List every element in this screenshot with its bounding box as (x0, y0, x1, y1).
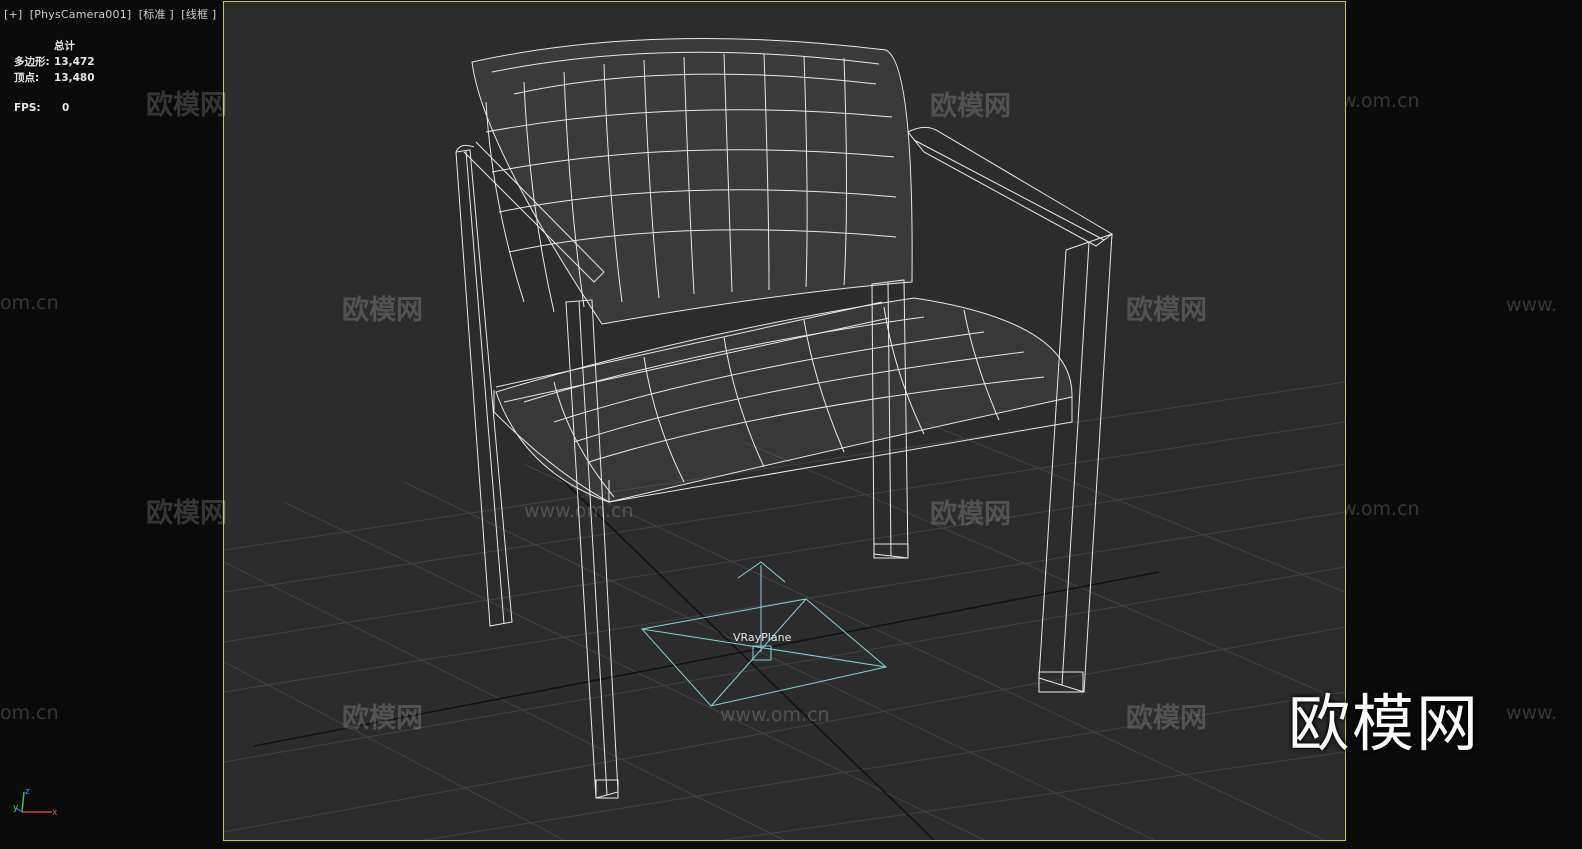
axis-z-label: z (25, 787, 30, 797)
viewport-label[interactable]: [+] [PhysCamera001] [标准 ] [线框 ] (4, 6, 216, 22)
watermark-cn-7: 欧模网 (342, 703, 423, 734)
watermark-cn-4: 欧模网 (1126, 295, 1207, 326)
watermark-url-left-1: om.cn (0, 292, 59, 314)
watermark-url-right-2: www. (1506, 294, 1557, 316)
chair-wireframe (455, 37, 1113, 799)
fps-value: 0 (62, 102, 70, 114)
watermark-cn-3: 欧模网 (342, 295, 423, 326)
home-grid-axes (253, 471, 1160, 840)
axis-x-label: x (52, 808, 58, 818)
polygons-value: 13,472 (54, 56, 95, 68)
vertices-label: 顶点: (14, 72, 40, 84)
watermark-url-right-4: www. (1506, 702, 1557, 724)
site-logo: 欧模网 (1288, 687, 1481, 760)
watermark-url-mid-2: www.om.cn (720, 704, 830, 726)
viewport-canvas[interactable]: 欧模网 欧模网 欧模网 欧模网 欧模网 欧模网 欧模网 欧模网 www.om.c… (223, 1, 1346, 841)
watermark-url-left-2: om.cn (0, 702, 59, 724)
watermark-cn-2: 欧模网 (930, 91, 1011, 122)
stats-total-label: 总计 (54, 40, 75, 52)
watermark-cn-8: 欧模网 (1126, 703, 1207, 734)
watermark-url-mid-1: www.om.cn (524, 500, 634, 522)
watermark-cn-9: 欧模网 (146, 90, 227, 121)
stats-vertices: 顶点: 13,480 (14, 70, 95, 85)
fps-label: FPS: (14, 102, 41, 114)
axis-y-label: y (13, 803, 19, 813)
stats-fps: FPS: 0 (14, 102, 69, 114)
watermark-cn-10: 欧模网 (146, 498, 227, 529)
stats-polygons: 多边形: 13,472 (14, 54, 95, 69)
axis-gizmo: z y x (13, 787, 58, 818)
polygons-label: 多边形: (14, 56, 50, 68)
vertices-value: 13,480 (54, 72, 95, 84)
watermark-cn-6: 欧模网 (930, 499, 1011, 530)
vray-plane-label[interactable]: VRayPlane (733, 631, 791, 644)
